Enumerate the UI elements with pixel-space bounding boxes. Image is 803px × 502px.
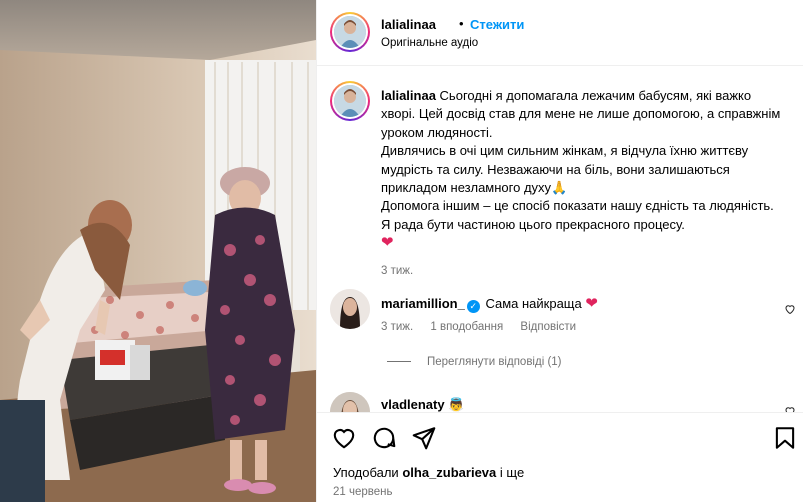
comment-emoji: 👼	[448, 397, 465, 412]
post-header: lalialinaa • Стежити Оригінальне аудіо	[317, 0, 803, 66]
author-username[interactable]: lalialinaa	[381, 17, 436, 32]
post-view: lalialinaa • Стежити Оригінальне аудіо l…	[0, 0, 803, 502]
replies-line	[387, 361, 411, 363]
post-actions: Уподобали olha_zubarieva і ще 21 червень	[317, 412, 803, 502]
comment-like-icon[interactable]	[784, 303, 796, 315]
likes-summary: Уподобали olha_zubarieva і ще	[333, 465, 524, 480]
caption-text-2: Дивлячись в очі цим сильним жінкам, я ві…	[381, 143, 749, 196]
heart-emoji: ❤	[585, 295, 598, 312]
heart-icon[interactable]	[331, 425, 357, 451]
comment-icon[interactable]	[371, 425, 397, 451]
avatar-image	[334, 85, 366, 117]
liked-prefix: Уподобали	[333, 465, 399, 480]
liked-suffix[interactable]: і ще	[500, 465, 524, 480]
heart-emoji: ❤	[381, 234, 394, 252]
comment-likes[interactable]: 1 вподобання	[430, 321, 503, 333]
liked-user[interactable]: olha_zubarieva	[402, 465, 496, 480]
comment-time: 3 тиж.	[381, 321, 414, 333]
avatar-image	[334, 16, 366, 48]
comment-username[interactable]: mariamillion_	[381, 296, 465, 311]
view-replies-button[interactable]: Переглянути відповіді (1)	[387, 356, 562, 368]
view-replies-label: Переглянути відповіді (1)	[427, 356, 562, 368]
comment-meta: 3 тиж. 1 вподобання Відповісти	[381, 321, 590, 333]
caption-avatar[interactable]	[330, 81, 370, 121]
audio-label[interactable]: Оригінальне аудіо	[381, 37, 478, 49]
photo-image	[0, 0, 316, 502]
post-date: 21 червень	[333, 486, 393, 498]
comment: vladlenaty 👼	[381, 397, 464, 412]
caption-text-1: Сьогодні я допомагала лежачим бабусям, я…	[381, 88, 781, 140]
comments-scroll-area[interactable]: lalialinaa Сьогодні я допомагала лежачим…	[317, 67, 803, 412]
author-avatar[interactable]	[330, 12, 370, 52]
bookmark-icon[interactable]	[772, 425, 798, 451]
caption-username[interactable]: lalialinaa	[381, 88, 436, 103]
comment: mariamillion_ ✓ Сама найкраща ❤	[381, 294, 598, 313]
follow-button[interactable]: Стежити	[470, 17, 524, 32]
comment-avatar[interactable]	[330, 392, 370, 412]
comment-avatar[interactable]	[330, 289, 370, 329]
post-details: lalialinaa • Стежити Оригінальне аудіо l…	[316, 0, 803, 502]
reply-button[interactable]: Відповісти	[520, 321, 576, 333]
post-photo[interactable]	[0, 0, 316, 502]
avatar-image	[330, 392, 370, 412]
post-caption: lalialinaa Сьогодні я допомагала лежачим…	[381, 87, 786, 280]
verified-icon: ✓	[466, 300, 480, 313]
separator-dot: •	[459, 16, 464, 31]
share-icon[interactable]	[411, 425, 437, 451]
caption-text-3: Допомога іншим – це спосіб показати нашу…	[381, 198, 774, 232]
comment-text: Сама найкраща	[485, 296, 582, 311]
comment-username[interactable]: vladlenaty	[381, 397, 445, 412]
caption-time: 3 тиж.	[381, 264, 414, 277]
comment-like-icon[interactable]	[784, 405, 796, 412]
avatar-image	[330, 289, 370, 329]
